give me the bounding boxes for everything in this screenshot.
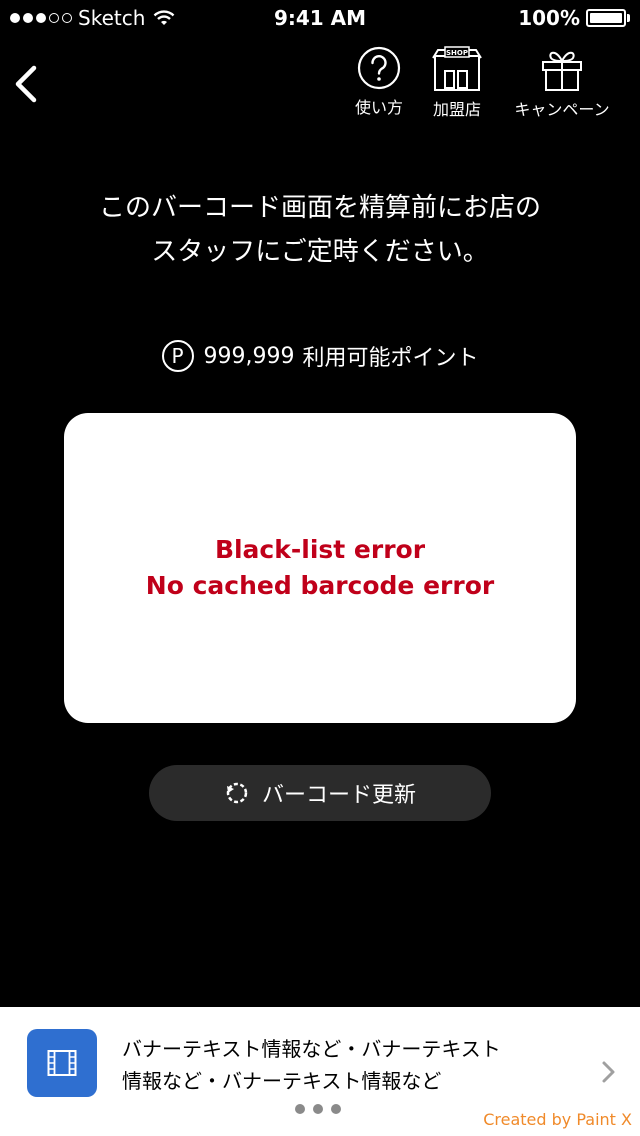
battery-icon [586,9,626,27]
pager-dot[interactable] [331,1104,341,1114]
battery-tip [627,14,630,22]
gift-icon [542,51,582,91]
banner-thumbnail[interactable] [27,1029,97,1097]
shop-sign: SHOP [446,49,468,57]
pager-dot[interactable] [295,1104,305,1114]
points-icon: P [161,340,194,372]
film-icon [47,1050,77,1076]
shop-button[interactable]: SHOP 加盟店 [424,46,490,120]
battery-fill [590,13,622,23]
banner-pager[interactable] [295,1104,341,1114]
instruction-text: このバーコード画面を精算前にお店の スタッフにご定時ください。 [0,186,640,274]
ad-banner: バナーテキスト情報など・バナーテキスト 情報など・バナーテキスト情報など Cre… [0,1007,640,1136]
barcode-card: Black-list error No cached barcode error [64,413,576,723]
chevron-left-icon [15,65,37,103]
refresh-icon [226,782,248,804]
credit-text: Created by Paint X [483,1110,632,1129]
battery-percent: 100% [518,6,580,30]
refresh-barcode-button[interactable]: バーコード更新 [149,765,491,821]
banner-line-1: バナーテキスト情報など・バナーテキスト [122,1037,501,1061]
banner-line-2: 情報など・バナーテキスト情報など [122,1069,442,1093]
points-value: 999,999 [203,343,295,369]
question-circle-icon [357,46,401,90]
campaign-label: キャンペーン [514,100,610,119]
points-label: 利用可能ポイント [302,346,479,371]
instruction-line-1: このバーコード画面を精算前にお店の [98,193,541,223]
refresh-label: バーコード更新 [261,783,416,808]
error-message-no-cache: No cached barcode error [145,571,495,600]
campaign-button[interactable]: キャンペーン [508,46,616,120]
status-right: 100% [518,6,630,30]
chevron-right-icon[interactable] [598,1057,618,1087]
back-button[interactable] [10,62,46,106]
shop-icon: SHOP [432,46,482,91]
banner-text[interactable]: バナーテキスト情報など・バナーテキスト 情報など・バナーテキスト情報など [122,1033,542,1097]
instruction-line-2: スタッフにご定時ください。 [151,237,489,267]
pager-dot[interactable] [313,1104,323,1114]
help-button[interactable]: 使い方 [350,46,408,118]
points-balance: P 999,999 利用可能ポイント [0,340,640,372]
error-message-blacklist: Black-list error [214,535,426,564]
shop-label: 加盟店 [432,100,481,119]
status-bar: Sketch 9:41 AM 100% [0,0,640,36]
help-label: 使い方 [354,98,403,117]
